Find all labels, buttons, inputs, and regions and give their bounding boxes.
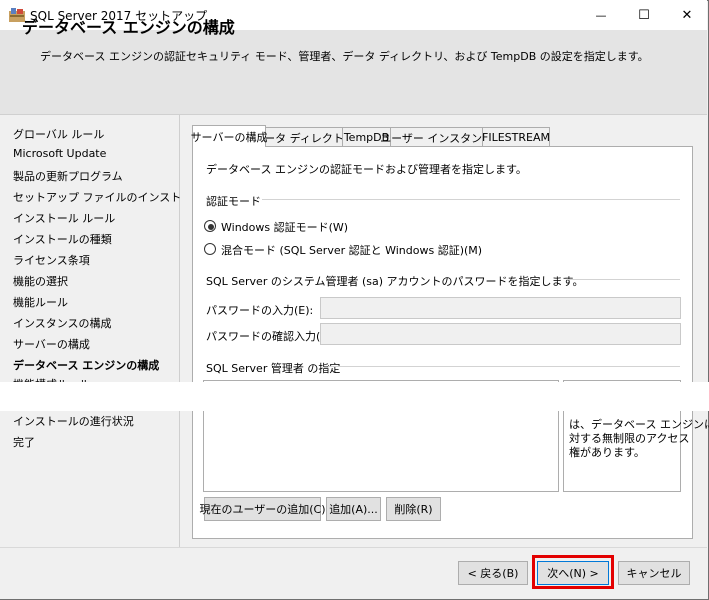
- minimize-button[interactable]: —: [578, 0, 624, 30]
- sidebar-item-feature-rules[interactable]: 機能ルール: [13, 294, 68, 310]
- windows-auth-label[interactable]: Windows 認証モード(W): [221, 219, 348, 235]
- close-icon: ✕: [681, 7, 693, 23]
- tab-user-instances[interactable]: ユーザー インスタンス: [380, 127, 493, 147]
- tab-filestream[interactable]: FILESTREAM: [482, 127, 550, 147]
- confirm-password-input[interactable]: [320, 323, 681, 345]
- sidebar-item-database-engine-configuration[interactable]: データベース エンジンの構成: [13, 357, 159, 373]
- next-button-highlight: [532, 555, 614, 589]
- remove-button[interactable]: 削除(R): [386, 497, 441, 521]
- sidebar-item-instance-configuration[interactable]: インスタンスの構成: [13, 315, 112, 331]
- sidebar-item-install-setup-files[interactable]: セットアップ ファイルのインストール: [13, 189, 203, 205]
- confirm-password-label: パスワードの確認入力(O):: [206, 330, 337, 343]
- sidebar-item-install-rules[interactable]: インストール ルール: [13, 210, 115, 226]
- page-description: データベース エンジンの認証セキュリティ モード、管理者、データ ディレクトリ、…: [40, 50, 649, 63]
- sidebar-item-feature-selection[interactable]: 機能の選択: [13, 273, 68, 289]
- sidebar-item-global-rules[interactable]: グローバル ルール: [13, 126, 104, 142]
- radio-selected-dot: [208, 224, 214, 230]
- mixed-mode-radio[interactable]: [204, 243, 216, 255]
- sidebar-item-license-terms[interactable]: ライセンス条項: [13, 252, 90, 268]
- mixed-mode-label[interactable]: 混合モード (SQL Server 認証と Windows 認証)(M): [221, 242, 482, 258]
- close-button[interactable]: ✕: [664, 0, 709, 30]
- page-header: [0, 30, 707, 115]
- sidebar-item-microsoft-update[interactable]: Microsoft Update: [13, 147, 106, 160]
- sa-password-divider: [567, 279, 680, 280]
- maximize-button[interactable]: ☐: [621, 0, 667, 30]
- tab-data-directories[interactable]: データ ディレクトリ: [253, 127, 355, 147]
- auth-mode-divider: [262, 199, 680, 200]
- auth-mode-group-label: 認証モード: [206, 195, 261, 208]
- tab-server-configuration[interactable]: サーバーの構成: [191, 125, 267, 147]
- sidebar-item-complete[interactable]: 完了: [13, 434, 35, 450]
- screenshot-gap: [0, 382, 709, 411]
- add-current-user-button[interactable]: 現在のユーザーの追加(C): [199, 497, 326, 521]
- password-input[interactable]: [320, 297, 681, 319]
- password-label: パスワードの入力(E):: [206, 304, 314, 317]
- windows-auth-radio[interactable]: [204, 220, 216, 232]
- sa-password-group-label: SQL Server のシステム管理者 (sa) アカウントのパスワードを指定し…: [206, 275, 584, 288]
- minimize-icon: —: [595, 8, 607, 22]
- sql-admins-group-label: SQL Server 管理者 の指定: [206, 362, 341, 375]
- sql-admins-divider: [328, 366, 680, 367]
- cancel-button[interactable]: キャンセル: [618, 561, 690, 585]
- sidebar-item-installation-progress[interactable]: インストールの進行状況: [13, 413, 134, 429]
- admin-info-text-3: 権があります。: [569, 446, 645, 459]
- page-title: データベース エンジンの構成: [22, 18, 235, 37]
- sidebar-item-server-configuration[interactable]: サーバーの構成: [13, 336, 90, 352]
- panel-intro: データベース エンジンの認証モードおよび管理者を指定します。: [206, 163, 527, 176]
- add-button[interactable]: 追加(A)...: [326, 497, 381, 521]
- maximize-icon: ☐: [638, 7, 650, 23]
- sidebar-item-product-updates[interactable]: 製品の更新プログラム: [13, 168, 123, 184]
- back-button[interactable]: < 戻る(B): [458, 561, 528, 585]
- sidebar-item-installation-type[interactable]: インストールの種類: [13, 231, 112, 247]
